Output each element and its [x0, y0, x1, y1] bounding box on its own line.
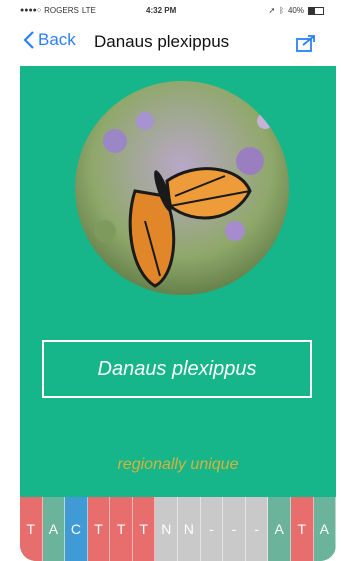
sequence-base-cell: A [268, 497, 291, 561]
sequence-base-cell: N [178, 497, 201, 561]
page-title: Danaus plexippus [94, 32, 230, 51]
signal-dots-icon: ●●●●○ [20, 7, 42, 14]
sequence-base-cell: - [245, 497, 269, 561]
navigation-bar: Back Danaus plexippus [14, 20, 332, 66]
battery-icon [308, 6, 324, 15]
species-card: Danaus plexippus regionally unique TACTT… [20, 66, 336, 561]
sequence-base-cell: C [65, 497, 88, 561]
chevron-left-icon [24, 31, 34, 49]
butterfly-photo [75, 81, 289, 295]
sequence-base-cell: N [155, 497, 179, 561]
bluetooth-icon: ᛒ [279, 6, 284, 15]
status-left: ●●●●○ ROGERS LTE [20, 6, 96, 15]
carrier-label: ROGERS [44, 6, 79, 15]
status-time: 4:32 PM [146, 6, 177, 15]
device-screen: ●●●●○ ROGERS LTE 4:32 PM ➚ ᛒ 40% Back Da… [14, 0, 336, 561]
network-label: LTE [81, 6, 96, 15]
sequence-base-cell: T [290, 497, 314, 561]
species-name-box: Danaus plexippus [42, 340, 312, 398]
sequence-base-cell: A [313, 497, 336, 561]
battery-percent: 40% [287, 6, 304, 15]
monarch-butterfly-image [75, 81, 289, 295]
status-right: ➚ ᛒ 40% [268, 6, 324, 15]
uniqueness-label: regionally unique [117, 456, 239, 473]
sequence-base-cell: T [110, 497, 133, 561]
sequence-base-cell: T [20, 497, 43, 561]
status-bar: ●●●●○ ROGERS LTE 4:32 PM ➚ ᛒ 40% [14, 0, 332, 20]
sequence-base-cell: T [132, 497, 156, 561]
sequence-base-cell: A [42, 497, 66, 561]
sequence-base-cell: - [223, 497, 246, 561]
dna-sequence-strip: TACTTTNN---ATA [20, 497, 336, 561]
species-name: Danaus plexippus [97, 357, 257, 380]
sequence-base-cell: - [200, 497, 224, 561]
back-label: Back [38, 30, 76, 49]
back-button[interactable]: Back [24, 30, 76, 50]
sequence-base-cell: T [87, 497, 111, 561]
battery-fill [309, 7, 315, 14]
location-icon: ➚ [268, 6, 276, 15]
share-icon[interactable] [296, 34, 316, 52]
